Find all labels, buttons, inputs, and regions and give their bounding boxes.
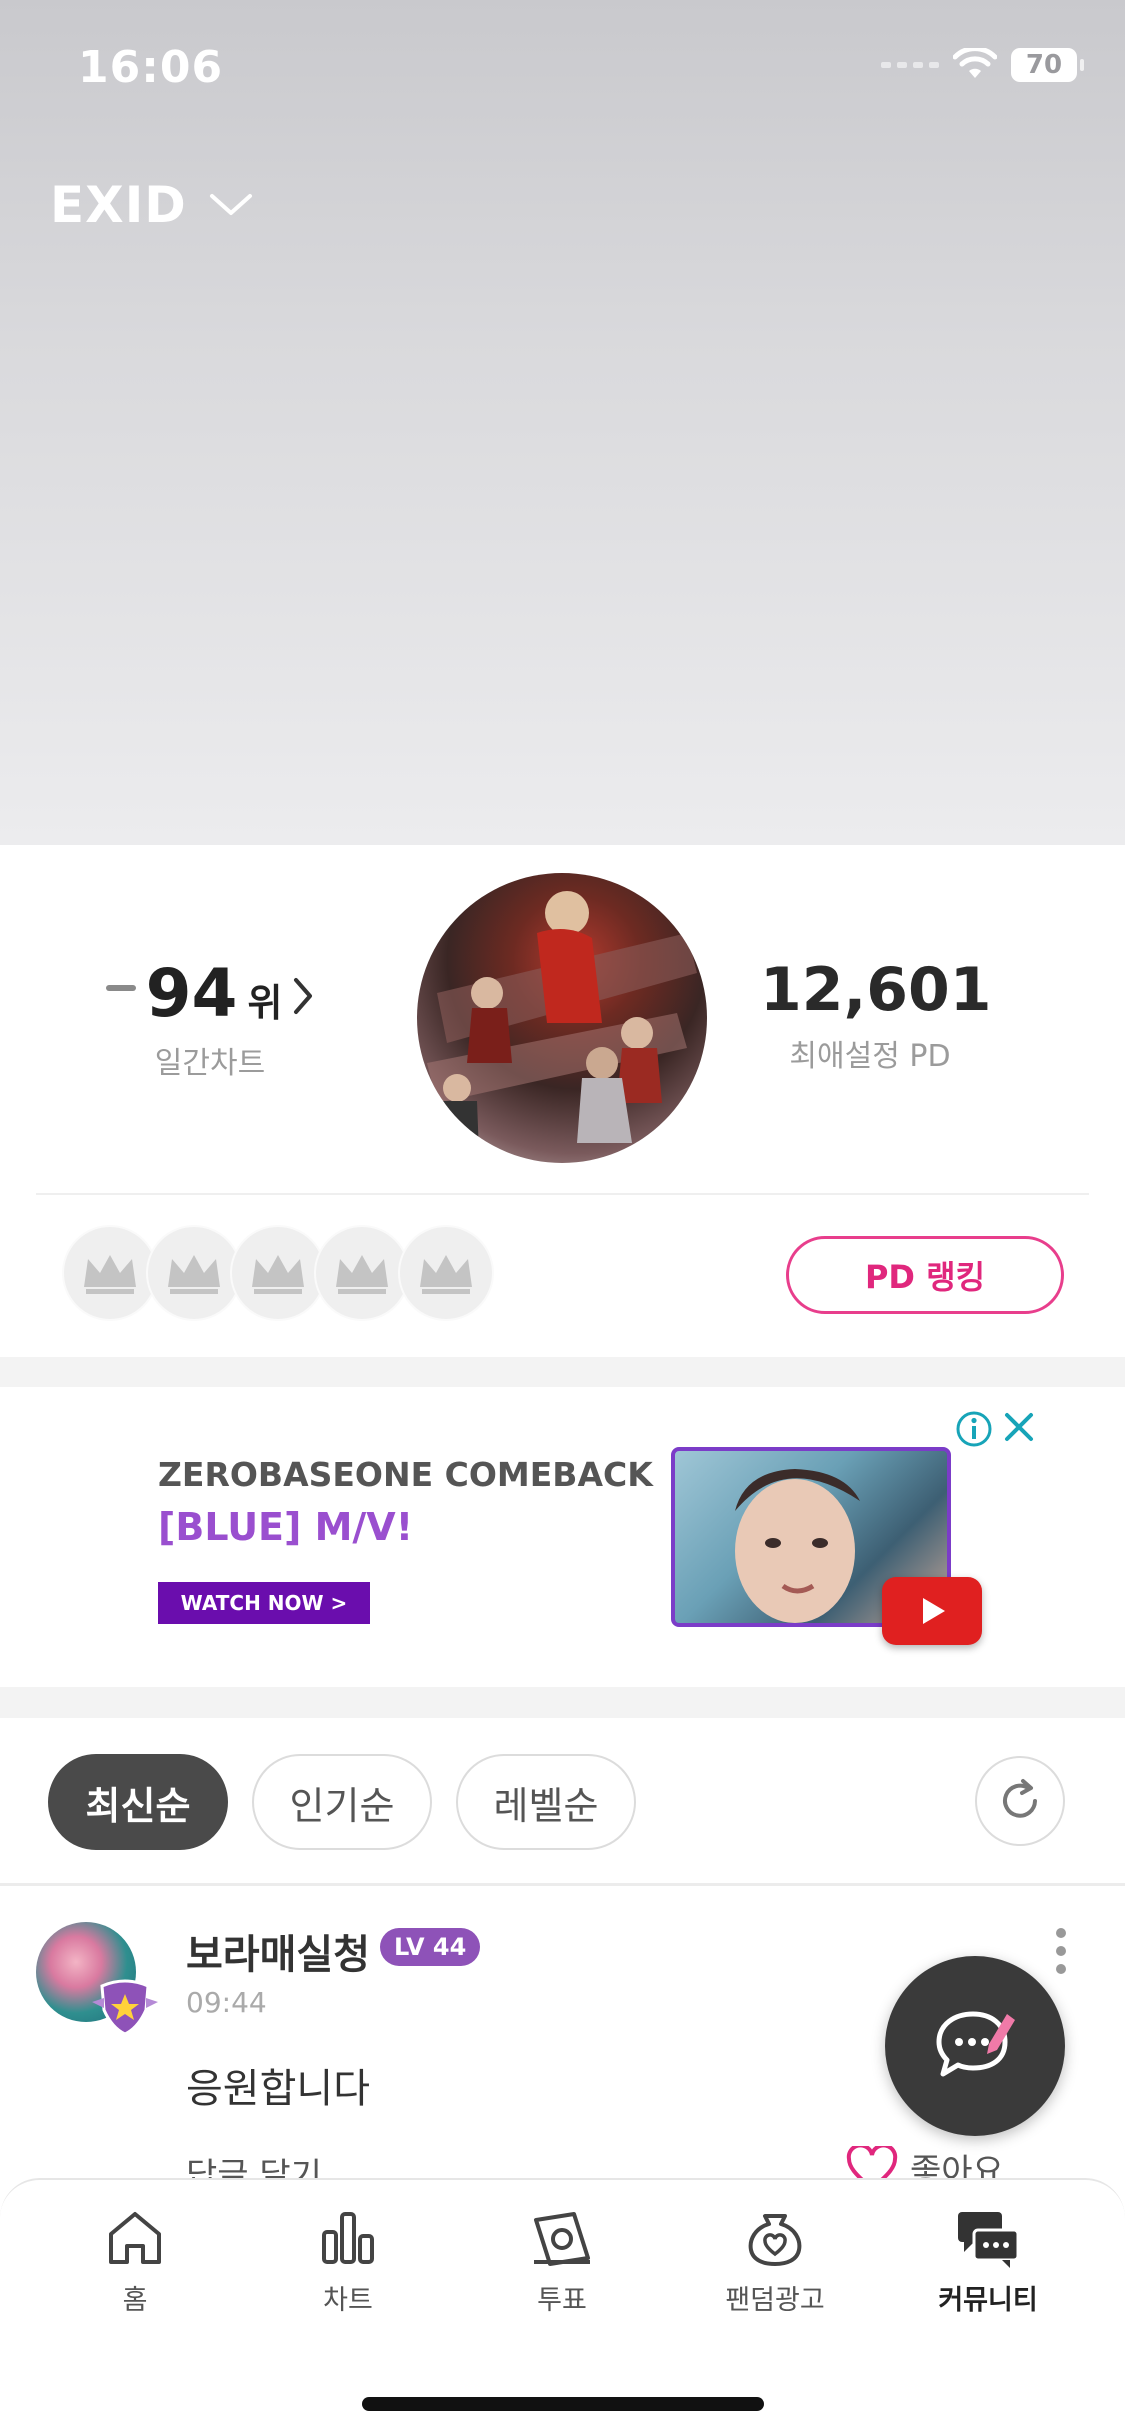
youtube-play-icon[interactable]	[882, 1577, 982, 1645]
divider	[36, 1193, 1089, 1195]
pd-label: 최애설정 PD	[789, 1039, 951, 1074]
ad-title: ZEROBASEONE COMEBACK	[158, 1455, 653, 1494]
home-icon	[109, 2212, 161, 2264]
artist-header: 16:06 70 EXID	[0, 0, 1125, 845]
level-shield-icon	[92, 1979, 158, 2036]
refresh-icon	[1003, 1779, 1037, 1818]
signal-icon	[881, 62, 939, 68]
tab-home[interactable]: 홈	[35, 2206, 235, 2317]
rank-unit: 위	[247, 981, 283, 1025]
tab-label: 차트	[323, 2285, 373, 2316]
tab-vote[interactable]: 투표	[462, 2206, 662, 2317]
chevron-down-icon	[209, 194, 252, 215]
tab-fandom-ad[interactable]: 팬덤광고	[675, 2206, 875, 2317]
tab-label: 투표	[537, 2285, 587, 2316]
refresh-button[interactable]	[975, 1756, 1065, 1846]
artist-photo-illustration	[427, 891, 697, 1153]
chat-write-icon	[936, 2011, 1015, 2077]
vote-icon	[534, 2212, 590, 2266]
sort-latest-chip[interactable]: 최신순	[48, 1754, 228, 1850]
post-author-name[interactable]: 보라매실청	[186, 1922, 370, 1980]
crown-icon	[398, 1225, 494, 1321]
crown-icon	[146, 1225, 242, 1321]
rank-label: 일간차트	[154, 1046, 266, 1081]
daily-chart-rank[interactable]: 94 위 일간차트	[100, 955, 320, 1082]
battery-icon: 70	[1011, 48, 1084, 82]
sort-bar: 최신순 인기순 레벨순	[0, 1718, 1125, 1884]
tab-chart[interactable]: 차트	[248, 2206, 448, 2317]
rank-change-dash-icon	[105, 984, 136, 991]
fandom-ad-icon	[748, 2214, 802, 2266]
community-icon	[958, 2212, 1020, 2268]
rank-value: 94	[145, 955, 238, 1032]
tab-label: 팬덤광고	[725, 2285, 825, 2316]
section-gap	[0, 1687, 1125, 1718]
ad-watch-now-button[interactable]: WATCH NOW >	[158, 1582, 370, 1624]
crown-icon	[230, 1225, 326, 1321]
artist-profile-card: 94 위 일간차트 12,601 최애설정 PD PD 랭킹	[0, 845, 1125, 1357]
sort-popular-chip[interactable]: 인기순	[252, 1754, 432, 1850]
crown-badges	[62, 1225, 494, 1321]
pd-ranking-button[interactable]: PD 랭킹	[786, 1236, 1064, 1314]
post-body: 응원합니다	[186, 2066, 370, 2112]
artist-selector[interactable]: EXID	[50, 176, 253, 234]
tab-community[interactable]: 커뮤니티	[888, 2206, 1088, 2317]
chevron-right-icon	[294, 978, 313, 1014]
pd-count: 12,601	[760, 955, 992, 1025]
section-gap	[0, 1357, 1125, 1387]
artist-name: EXID	[50, 176, 187, 234]
ad-banner[interactable]: ZEROBASEONE COMEBACK [BLUE] M/V! WATCH N…	[0, 1387, 1125, 1687]
ad-subtitle: [BLUE] M/V!	[158, 1505, 414, 1549]
wifi-icon	[953, 48, 997, 78]
level-badge: LV 44	[380, 1928, 481, 1966]
chart-icon	[322, 2212, 374, 2264]
status-time: 16:06	[78, 42, 224, 93]
post-time: 09:44	[186, 1986, 267, 2019]
tab-label: 홈	[122, 2285, 148, 2316]
ad-close-icon[interactable]	[1001, 1409, 1037, 1445]
favorite-pd-count: 12,601 최애설정 PD	[760, 955, 992, 1075]
sort-level-chip[interactable]: 레벨순	[456, 1754, 636, 1850]
artist-avatar[interactable]	[417, 873, 707, 1163]
crown-icon	[314, 1225, 410, 1321]
ad-info-icon[interactable]	[954, 1409, 994, 1449]
status-icons: 70	[881, 48, 1084, 82]
crown-icon	[62, 1225, 158, 1321]
write-post-fab[interactable]	[885, 1956, 1065, 2136]
more-options-icon[interactable]	[1054, 1926, 1068, 1976]
tab-label: 커뮤니티	[938, 2285, 1038, 2316]
home-indicator	[362, 2397, 764, 2411]
